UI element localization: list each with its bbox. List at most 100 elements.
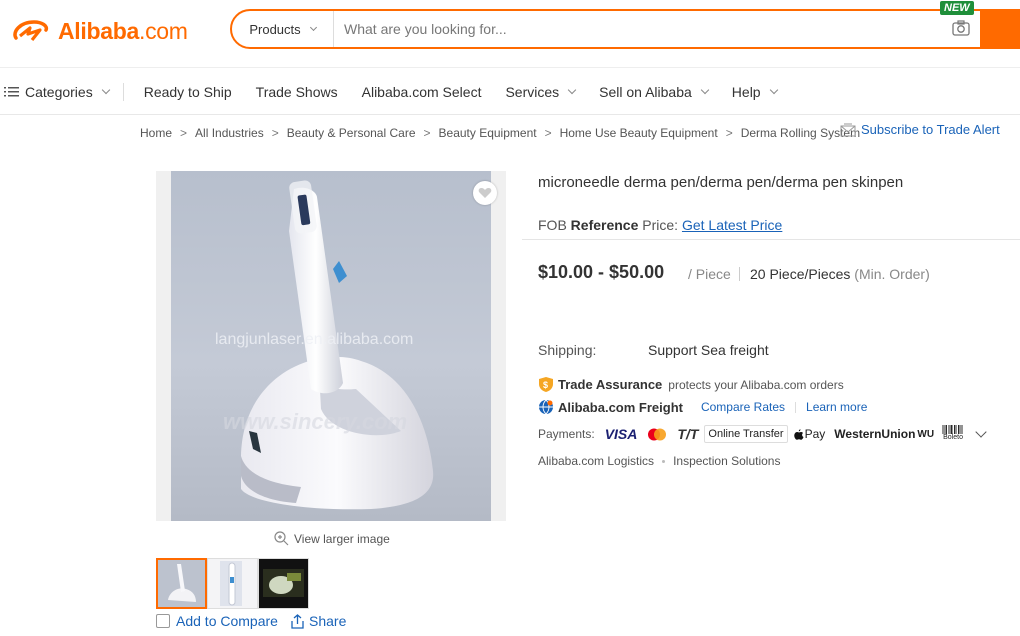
top-header: Alibaba.com Products NEW <box>0 0 1020 68</box>
search-bar: Products <box>230 9 1020 49</box>
globe-icon <box>539 399 553 415</box>
logo-wordmark: Alibaba <box>58 17 139 44</box>
chevron-down-icon <box>309 23 317 31</box>
breadcrumb-item[interactable]: Home <box>140 126 172 140</box>
nav-help[interactable]: Help <box>731 83 778 100</box>
price-unit: / Piece <box>688 266 731 282</box>
breadcrumb-item[interactable]: All Industries <box>195 126 264 140</box>
divider <box>522 239 1020 240</box>
nav-trade-shows[interactable]: Trade Shows <box>256 84 338 100</box>
share-icon <box>291 613 304 629</box>
nav-item-label: Trade Shows <box>255 83 338 100</box>
inspection-link[interactable]: Inspection Solutions <box>673 454 780 468</box>
western-union-label: WesternUnion <box>834 427 916 441</box>
min-order: 20 Piece/Pieces (Min. Order) <box>750 266 930 282</box>
freight-title[interactable]: Alibaba.com Freight <box>558 400 683 415</box>
nav-item-label: Sell on Alibaba <box>599 83 692 100</box>
freight-row: Alibaba.com Freight Compare Rates Learn … <box>538 399 867 415</box>
trade-assurance-icon: $ <box>539 377 553 392</box>
trade-assurance-text: protects your Alibaba.com orders <box>668 377 844 392</box>
product-photo: langjunlaser.en.alibaba.com www.sincery.… <box>171 171 491 521</box>
get-latest-price-link[interactable]: Get Latest Price <box>682 217 782 233</box>
shipping-label: Shipping: <box>538 342 597 358</box>
search-input[interactable] <box>344 19 924 39</box>
nav-services[interactable]: Services <box>505 84 577 100</box>
boleto-label: Boleto <box>943 434 963 441</box>
nav-categories-label: Categories <box>25 83 93 100</box>
zoom-in-icon <box>274 531 289 546</box>
chevron-down-icon <box>700 85 710 94</box>
thumbnail-image <box>259 559 308 608</box>
nav-sell-on-alibaba[interactable]: Sell on Alibaba <box>599 83 710 100</box>
breadcrumb-separator: > <box>725 126 733 140</box>
search-category-label: Products <box>249 21 301 37</box>
search-category-select[interactable]: Products <box>232 11 334 47</box>
subscribe-label: Subscribe to Trade Alert <box>861 122 1000 137</box>
visa-icon: VISA <box>601 425 641 443</box>
thumbnail-image <box>208 559 257 608</box>
breadcrumb: Home > All Industries > Beauty & Personal … <box>140 126 860 140</box>
new-badge: NEW <box>940 1 974 15</box>
extra-services: Alibaba.com Logistics Inspection Solutio… <box>538 454 780 468</box>
compare-checkbox[interactable] <box>156 614 170 628</box>
divider <box>739 267 740 281</box>
breadcrumb-item[interactable]: Beauty & Personal Care <box>287 126 416 140</box>
alibaba-logo[interactable]: Alibaba.com <box>10 14 188 48</box>
link-divider <box>795 401 797 413</box>
apple-icon <box>793 428 804 440</box>
wu-label: WU <box>917 428 935 440</box>
breadcrumb-separator: > <box>271 126 279 140</box>
main-product-image[interactable]: langjunlaser.en.alibaba.com www.sincery.… <box>156 171 506 521</box>
logistics-link[interactable]: Alibaba.com Logistics <box>538 454 654 468</box>
chevron-down-icon <box>567 85 577 94</box>
view-larger-image[interactable]: View larger image <box>274 531 390 546</box>
min-order-note: (Min. Order) <box>854 266 930 282</box>
nav-ready-to-ship[interactable]: Ready to Ship <box>144 84 232 100</box>
thumbnail-3[interactable] <box>258 558 309 609</box>
breadcrumb-separator: > <box>423 126 431 140</box>
share-button[interactable]: Share <box>290 613 346 629</box>
mail-icon <box>840 123 856 136</box>
apple-pay-label: Pay <box>804 427 826 441</box>
online-transfer-badge: Online Transfer <box>704 425 788 443</box>
learn-more-link[interactable]: Learn more <box>806 400 867 414</box>
add-to-compare[interactable]: Add to Compare <box>156 613 278 629</box>
payments-row: Payments: VISA T/T Online Transfer Pay W… <box>538 425 987 443</box>
shipping-value: Support Sea freight <box>648 342 769 358</box>
payments-label: Payments: <box>538 427 595 441</box>
compare-rates-link[interactable]: Compare Rates <box>701 400 785 414</box>
dot-separator <box>662 459 666 463</box>
telegraphic-transfer-icon: T/T <box>674 425 702 443</box>
watermark-main: langjunlaser.en.alibaba.com <box>215 331 414 348</box>
camera-icon[interactable] <box>952 20 970 36</box>
search-button[interactable] <box>980 9 1020 49</box>
trade-assurance-title[interactable]: Trade Assurance <box>558 377 662 392</box>
product-title: microneedle derma pen/derma pen/derma pe… <box>538 174 904 191</box>
price-range: $10.00 - $50.00 <box>538 262 665 282</box>
subscribe-trade-alert[interactable]: Subscribe to Trade Alert <box>840 122 1000 137</box>
thumbnail-2[interactable] <box>207 558 258 609</box>
thumbnail-image <box>158 560 205 607</box>
chevron-down-icon <box>769 85 778 94</box>
mastercard-icon <box>643 425 672 443</box>
thumbnail-1[interactable] <box>156 558 207 609</box>
nav-item-label: Alibaba.com Select <box>361 83 482 100</box>
heart-icon <box>478 188 492 198</box>
min-order-quantity: 20 Piece/Pieces <box>750 266 851 282</box>
fob-reference: Reference <box>570 217 639 233</box>
payments-expand-chevron-icon[interactable] <box>975 426 987 438</box>
fob-prefix: FOB <box>538 217 571 233</box>
breadcrumb-item[interactable]: Home Use Beauty Equipment <box>560 126 718 140</box>
boleto-icon: Boleto <box>940 425 967 443</box>
nav-alibaba-select[interactable]: Alibaba.com Select <box>362 84 482 100</box>
watermark-secondary: www.sincery.com <box>223 409 408 434</box>
nav-item-label: Help <box>731 83 761 100</box>
breadcrumb-separator: > <box>180 126 188 140</box>
nav-categories[interactable]: Categories <box>4 83 110 100</box>
fob-suffix: Price: <box>638 217 679 233</box>
view-larger-label: View larger image <box>294 531 390 546</box>
trade-assurance-row: $ Trade Assurance protects your Alibaba.… <box>538 376 844 393</box>
breadcrumb-item[interactable]: Beauty Equipment <box>439 126 537 140</box>
favorite-button[interactable] <box>473 181 497 205</box>
breadcrumb-separator: > <box>544 126 552 140</box>
